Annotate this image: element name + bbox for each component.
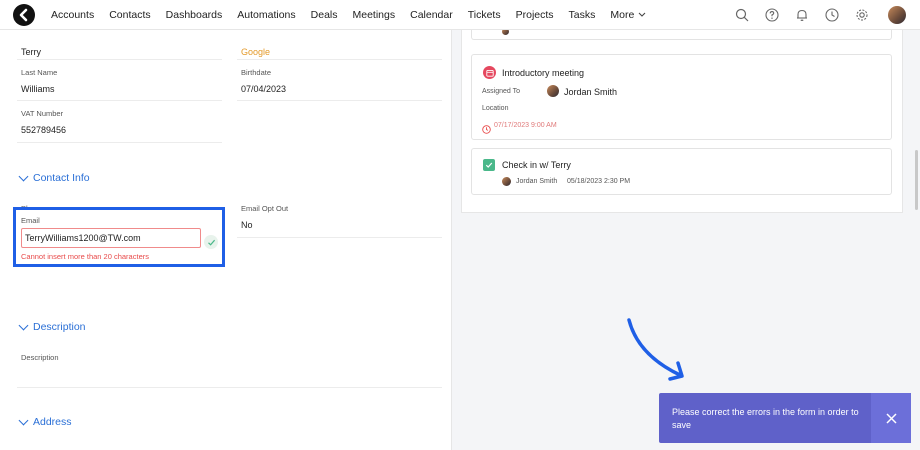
nav-item-dashboards[interactable]: Dashboards [166, 9, 223, 21]
task-owner: Jordan Smith [516, 178, 558, 185]
description-label: Description [21, 353, 59, 362]
confirm-check-button[interactable] [204, 235, 218, 249]
email-error-message: Cannot insert more than 20 characters [21, 252, 149, 261]
divider [17, 142, 222, 143]
nav-item-meetings[interactable]: Meetings [353, 9, 396, 21]
email-input[interactable]: TerryWilliams1200@TW.com [21, 228, 201, 248]
address-title: Address [33, 416, 72, 428]
contact-info-section-toggle[interactable]: Contact Info [18, 171, 90, 184]
email-opt-out-field[interactable]: Email Opt Out No [241, 204, 288, 230]
nav-item-projects[interactable]: Projects [516, 9, 554, 21]
lead-source-field: Google [241, 40, 270, 57]
divider [237, 59, 442, 60]
chevron-down-icon [18, 415, 29, 425]
meeting-card[interactable]: Introductory meeting Assigned To Jordan … [471, 54, 892, 140]
meeting-datetime: 07/17/2023 9:00 AM [494, 122, 557, 129]
email-opt-out-label: Email Opt Out [241, 204, 289, 213]
birthdate-label: Birthdate [241, 68, 272, 77]
nav-more-menu[interactable]: More [610, 9, 646, 21]
close-icon [885, 412, 897, 424]
divider [237, 237, 442, 238]
toast-message: Please correct the errors in the form in… [672, 407, 859, 430]
clock-icon[interactable] [822, 5, 842, 25]
contact-info-title: Contact Info [33, 172, 90, 184]
user-avatar[interactable] [888, 6, 906, 24]
task-datetime: 05/18/2023 2:30 PM [567, 178, 631, 185]
chevron-down-icon [18, 171, 29, 181]
birthdate-value: 07/04/2023 [241, 84, 287, 94]
chevron-down-icon [18, 320, 29, 330]
first-name-field: Terry [21, 40, 41, 57]
divider [17, 387, 442, 388]
back-arrow-logo-icon[interactable] [13, 3, 35, 26]
toast-close-button[interactable] [871, 393, 911, 443]
vat-number-label: VAT Number [21, 109, 64, 118]
assigned-to-label: Assigned To [482, 88, 521, 95]
task-checkbox[interactable] [483, 159, 495, 171]
description-section-toggle[interactable]: Description [18, 320, 86, 333]
email-field-highlight: Email TerryWilliams1200@TW.com Cannot in… [13, 207, 225, 267]
divider [17, 59, 222, 60]
vat-number-value: 552789456 [21, 125, 67, 135]
clock-icon [482, 121, 491, 139]
help-icon[interactable] [762, 5, 782, 25]
nav-item-calendar[interactable]: Calendar [410, 9, 453, 21]
scrollbar[interactable] [915, 150, 918, 210]
check-icon [207, 239, 215, 246]
description-field[interactable]: Description [21, 353, 59, 362]
location-label: Location [482, 105, 509, 112]
calendar-icon [483, 66, 496, 79]
divider [237, 100, 442, 101]
nav-item-accounts[interactable]: Accounts [51, 9, 94, 21]
arrow-pointer-icon [627, 318, 684, 381]
top-navigation: Accounts Contacts Dashboards Automations… [0, 0, 920, 30]
chevron-down-icon [638, 12, 646, 17]
nav-item-automations[interactable]: Automations [237, 9, 295, 21]
last-name-label: Last Name [21, 68, 58, 77]
divider [17, 100, 222, 101]
check-icon [485, 162, 493, 168]
description-title: Description [33, 321, 86, 333]
last-name-field[interactable]: Last Name Williams [21, 68, 57, 94]
task-card[interactable]: Check in w/ Terry Jordan Smith 05/18/202… [471, 148, 892, 195]
meeting-title: Introductory meeting [502, 68, 585, 78]
task-title: Check in w/ Terry [502, 160, 571, 170]
error-toast: Please correct the errors in the form in… [659, 393, 911, 443]
vat-number-field[interactable]: VAT Number 552789456 [21, 109, 66, 135]
nav-item-tickets[interactable]: Tickets [468, 9, 501, 21]
lead-source-value: Google [241, 47, 271, 57]
nav-more-label: More [610, 8, 635, 21]
email-opt-out-value: No [241, 220, 253, 230]
avatar [547, 85, 559, 97]
nav-item-contacts[interactable]: Contacts [109, 9, 150, 21]
birthdate-field[interactable]: Birthdate 07/04/2023 [241, 68, 286, 94]
bell-icon[interactable] [792, 5, 812, 25]
avatar [502, 177, 511, 186]
search-icon[interactable] [732, 5, 752, 25]
top-icons [732, 5, 906, 25]
nav-item-tasks[interactable]: Tasks [569, 9, 596, 21]
email-label: Email [21, 216, 40, 225]
last-name-value: Williams [21, 84, 55, 94]
nav-menu: Accounts Contacts Dashboards Automations… [51, 9, 646, 21]
first-name-value: Terry [21, 47, 41, 57]
nav-item-deals[interactable]: Deals [311, 9, 338, 21]
assigned-to-name: Jordan Smith [564, 87, 618, 97]
gear-icon[interactable] [852, 5, 872, 25]
address-section-toggle[interactable]: Address [18, 415, 72, 428]
